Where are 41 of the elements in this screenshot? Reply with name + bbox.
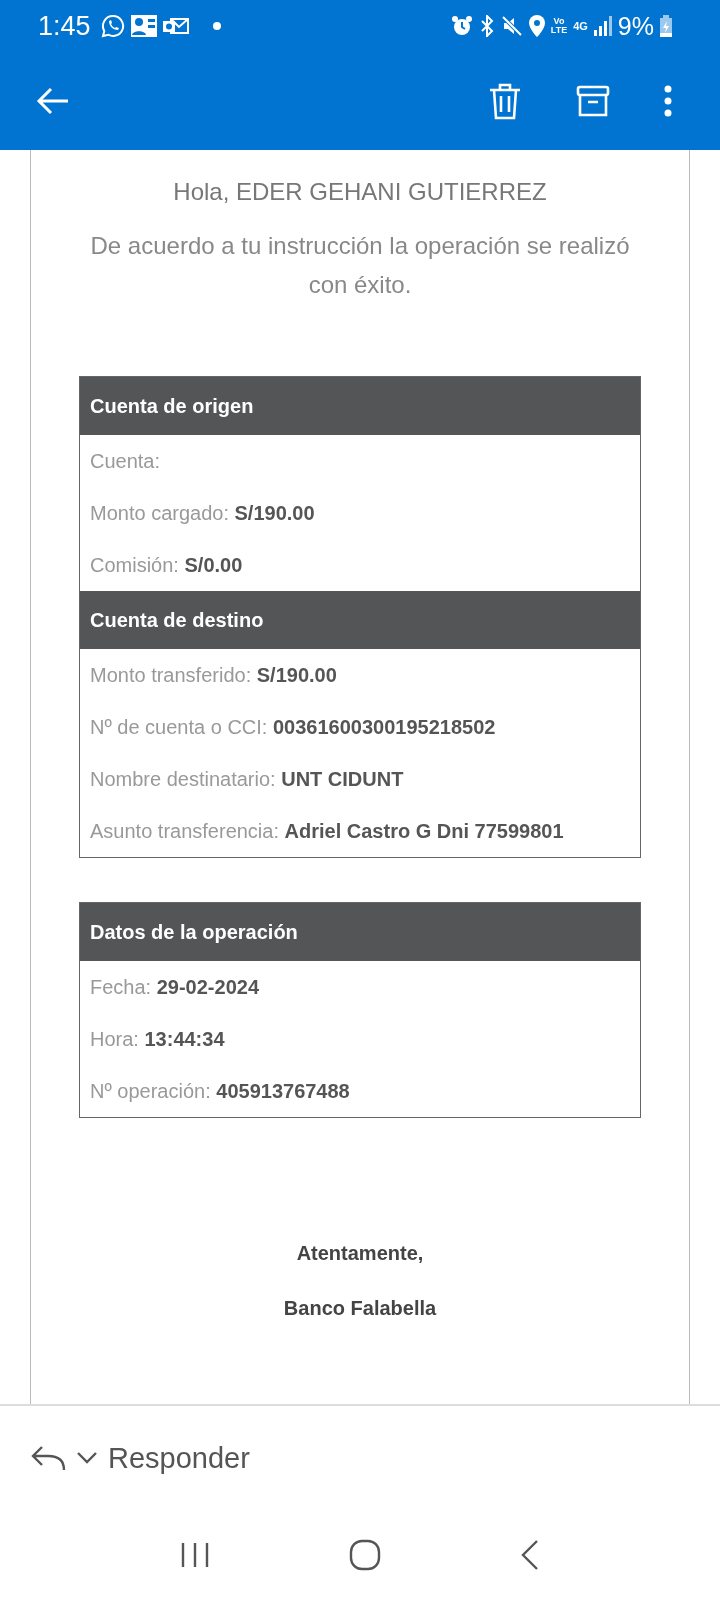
recent-apps-icon[interactable]: [179, 1541, 210, 1569]
contacts-icon: [130, 15, 157, 37]
section-header: Datos de la operación: [80, 903, 640, 961]
nav-back-icon[interactable]: [520, 1539, 541, 1571]
delete-icon[interactable]: [488, 82, 522, 120]
location-icon: [528, 15, 545, 37]
more-icon[interactable]: [664, 85, 672, 117]
closing-text: Atentamente,: [296, 1242, 424, 1265]
detail-row-text: Comisión: S/0.00: [89, 553, 244, 578]
detail-row-text: Nº operación: 405913767488: [89, 1079, 351, 1104]
network-type: 4G: [573, 20, 588, 32]
volte-indicator: Vo LTE: [550, 17, 568, 35]
message-text: De acuerdo a tu instrucción la operación se realizó con éxito.: [89, 231, 631, 300]
archive-icon[interactable]: [576, 84, 610, 118]
bluetooth-icon: [478, 15, 495, 37]
reply-icon: [30, 1444, 66, 1472]
back-icon[interactable]: [36, 87, 70, 115]
alarm-icon: [450, 15, 473, 37]
detail-row-text: Monto cargado: S/190.00: [89, 501, 316, 526]
status-time: 1:45: [38, 10, 91, 42]
greeting: Hola, EDER GEHANI GUTIERREZ: [173, 178, 547, 206]
detail-row-text: Nombre destinatario: UNT CIDUNT: [89, 767, 405, 792]
signature-text: Banco Falabella: [283, 1297, 437, 1320]
battery-percent: 9%: [617, 11, 654, 41]
home-icon[interactable]: [349, 1539, 381, 1571]
detail-row-text: Hora: 13:44:34: [89, 1027, 226, 1052]
detail-row-text: Cuenta:: [89, 449, 162, 474]
chevron-down-icon: [76, 1451, 98, 1465]
section-header: Cuenta de origen: [80, 377, 640, 435]
battery-charging-icon: [660, 15, 672, 37]
mail-icon: [162, 16, 189, 36]
detail-row-text: Monto transferido: S/190.00: [89, 663, 338, 688]
detail-row-text: Nº de cuenta o CCI: 00361600300195218502: [89, 715, 497, 740]
reply-button[interactable]: Responder: [26, 1437, 254, 1479]
section-header: Cuenta de destino: [80, 591, 640, 649]
detail-row-text: Fecha: 29-02-2024: [89, 975, 260, 1000]
signal-icon: [593, 16, 612, 36]
notification-dot: [212, 22, 221, 30]
mute-icon: [500, 15, 523, 37]
detail-row-text: Asunto transferencia: Adriel Castro G Dni 77599801: [89, 819, 565, 844]
chat-icon: [100, 14, 125, 38]
